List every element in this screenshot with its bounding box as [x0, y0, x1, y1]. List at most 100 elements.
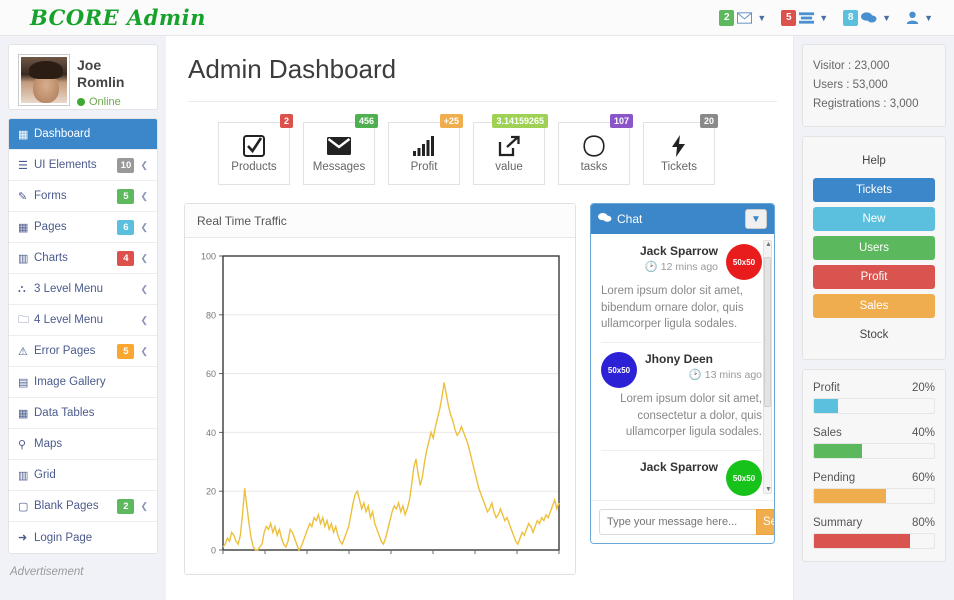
- pencil-icon: ✎: [18, 190, 28, 203]
- chat-send-button[interactable]: Send: [756, 509, 774, 535]
- chat-scrollbar-thumb[interactable]: [764, 257, 771, 407]
- stat-tile-tasks[interactable]: 107 tasks: [558, 114, 633, 185]
- stat-tiles: 2 Products 456 Messages +25 Profit 3.14159265 v…: [182, 102, 777, 203]
- check-square-icon: [243, 134, 265, 158]
- online-dot-icon: [77, 97, 85, 106]
- progress-label: Profit: [813, 381, 840, 394]
- chat-collapse-button[interactable]: ▼: [745, 209, 767, 229]
- tasks-count-badge: 5: [781, 9, 797, 26]
- sidebar-item-charts[interactable]: ▥ Charts 4 ❮: [9, 243, 157, 274]
- chevron-down-icon[interactable]: ▼: [924, 13, 933, 23]
- stat-tile-label: Products: [231, 161, 277, 173]
- sidebar-item-badge: 6: [117, 219, 135, 235]
- stat-tile-label: value: [495, 161, 523, 173]
- stat-tile-label: Tickets: [661, 161, 697, 173]
- admin-dashboard-page: BCORE Admin 2 ▼ 5 ▼ 8 ▼ ▼ Joe Romlin Onl…: [0, 0, 954, 600]
- envelope-icon[interactable]: [737, 11, 753, 24]
- progress-row-profit: Profit 20%: [813, 382, 935, 414]
- action-button-stock[interactable]: Stock: [813, 322, 935, 347]
- scroll-down-icon[interactable]: ▼: [765, 486, 772, 493]
- chat-message-author: Jack Sparrow: [639, 244, 718, 258]
- action-button-help[interactable]: Help: [813, 148, 935, 173]
- sidebar-item-forms[interactable]: ✎ Forms 5 ❮: [9, 181, 157, 212]
- chevron-left-icon[interactable]: ❮: [140, 222, 148, 233]
- signin-icon: ➜: [18, 532, 28, 544]
- sidebar-item-ui-elements[interactable]: ☰ UI Elements 10 ❮: [9, 150, 157, 181]
- signal-icon: [413, 134, 435, 158]
- sidebar-item-3-level-menu[interactable]: ⛬ 3 Level Menu ❮: [9, 274, 157, 305]
- header-tasks-group[interactable]: 5 ▼: [777, 9, 837, 26]
- chevron-down-icon[interactable]: ▼: [757, 13, 766, 23]
- bolt-icon: [672, 134, 686, 158]
- left-sidebar: Joe Romlin Online ▦ Dashboard ☰ UI Elements…: [0, 36, 166, 600]
- avatar: 50x50: [726, 460, 762, 497]
- circle-outline-icon: [583, 134, 605, 158]
- main-content: Admin Dashboard 2 Products 456 Messages +25 P…: [166, 36, 794, 600]
- action-button-new[interactable]: New: [813, 206, 935, 231]
- sidebar-item-image-gallery[interactable]: ▤ Image Gallery: [9, 367, 157, 398]
- header-chat-group[interactable]: 8 ▼: [839, 9, 900, 26]
- action-button-sales[interactable]: Sales: [813, 293, 935, 318]
- action-button-tickets[interactable]: Tickets: [813, 177, 935, 202]
- sidebar-item-error-pages[interactable]: ⚠ Error Pages 5 ❮: [9, 336, 157, 367]
- chevron-down-icon[interactable]: ▼: [882, 13, 891, 23]
- chevron-down-icon[interactable]: ▼: [819, 13, 828, 23]
- header-user-group[interactable]: ▼: [902, 11, 942, 24]
- chevron-left-icon[interactable]: ❮: [140, 315, 148, 326]
- grid-icon: ▦: [18, 221, 29, 234]
- action-button-profit[interactable]: Profit: [813, 264, 935, 289]
- progress-row-pending: Pending 60%: [813, 472, 935, 504]
- stat-tile-profit[interactable]: +25 Profit: [388, 114, 463, 185]
- sidebar-item-pages[interactable]: ▦ Pages 6 ❮: [9, 212, 157, 243]
- list-icon: ☰: [18, 159, 28, 172]
- stat-tile-label: tasks: [580, 161, 608, 173]
- svg-text:40: 40: [206, 428, 216, 438]
- action-button-users[interactable]: Users: [813, 235, 935, 260]
- progress-label: Pending: [813, 471, 856, 484]
- avatar-label: 50x50: [732, 257, 756, 267]
- progress-track: [813, 442, 935, 459]
- chat-icon[interactable]: [861, 11, 877, 24]
- stat-tile-messages[interactable]: 456 Messages: [303, 114, 378, 185]
- stat-tile-value[interactable]: 3.14159265 value: [473, 114, 548, 185]
- sidebar-item-data-tables[interactable]: ▦ Data Tables: [9, 398, 157, 429]
- chat-scrollbar[interactable]: ▲ ▼: [763, 240, 772, 494]
- chat-message-author: Jack Sparrow: [639, 460, 718, 475]
- chat-messages-list[interactable]: 50x50 Jack Sparrow 🕑 12 mins ago Lorem ipsum…: [591, 234, 774, 500]
- sidebar-item-grid[interactable]: ▥ Grid: [9, 460, 157, 491]
- chat-message-input[interactable]: [599, 509, 756, 535]
- sidebar-item-label: Charts: [34, 252, 68, 264]
- sidebar-item-maps[interactable]: ⚲ Maps: [9, 429, 157, 460]
- stat-line: Registrations : 3,000: [813, 97, 919, 110]
- sidebar-item-label: 4 Level Menu: [34, 314, 104, 326]
- user-icon[interactable]: [906, 11, 919, 24]
- stat-tile-products[interactable]: 2 Products: [218, 114, 293, 185]
- sidebar-item-4-level-menu[interactable]: 🗀 4 Level Menu ❮: [9, 305, 157, 336]
- sidebar-item-blank-pages[interactable]: ▢ Blank Pages 2 ❮: [9, 491, 157, 522]
- scroll-up-icon[interactable]: ▲: [765, 241, 772, 248]
- chevron-left-icon[interactable]: ❮: [140, 253, 148, 264]
- sidebar-item-label: Blank Pages: [34, 500, 99, 512]
- app-logo[interactable]: BCORE Admin: [30, 5, 206, 30]
- sidebar-item-login-page[interactable]: ➜ Login Page: [9, 522, 157, 553]
- stat-tile-tickets[interactable]: 20 Tickets: [643, 114, 718, 185]
- chat-panel: Chat ▼ 50x50 Jack Sparrow 🕑 12 mins ago Lore…: [590, 203, 775, 544]
- dashboard-panels: Real Time Traffic 0 20 40 60 80 100 Chat ▼: [182, 203, 777, 575]
- chevron-left-icon[interactable]: ❮: [140, 191, 148, 202]
- header-messages-group[interactable]: 2 ▼: [715, 9, 775, 26]
- chevron-left-icon[interactable]: ❮: [140, 501, 148, 512]
- progress-value: 60%: [911, 471, 935, 484]
- columns-icon: ▥: [18, 469, 29, 482]
- page-title: Admin Dashboard: [188, 54, 777, 102]
- chevron-left-icon[interactable]: ❮: [140, 160, 148, 171]
- sidebar-item-dashboard[interactable]: ▦ Dashboard: [9, 119, 157, 150]
- real-time-traffic-panel: Real Time Traffic 0 20 40 60 80 100: [184, 203, 576, 575]
- advertisement-label: Advertisement: [10, 566, 84, 578]
- clock-icon: 🕑: [644, 261, 658, 273]
- tasks-icon[interactable]: [799, 11, 815, 24]
- chevron-left-icon[interactable]: ❮: [140, 346, 148, 357]
- stats-card: Visitor : 23,000 Users : 53,000 Registrati…: [802, 44, 946, 127]
- chat-panel-header: Chat ▼: [591, 204, 774, 234]
- chevron-left-icon[interactable]: ❮: [140, 284, 148, 295]
- clock-icon: 🕑: [688, 369, 702, 382]
